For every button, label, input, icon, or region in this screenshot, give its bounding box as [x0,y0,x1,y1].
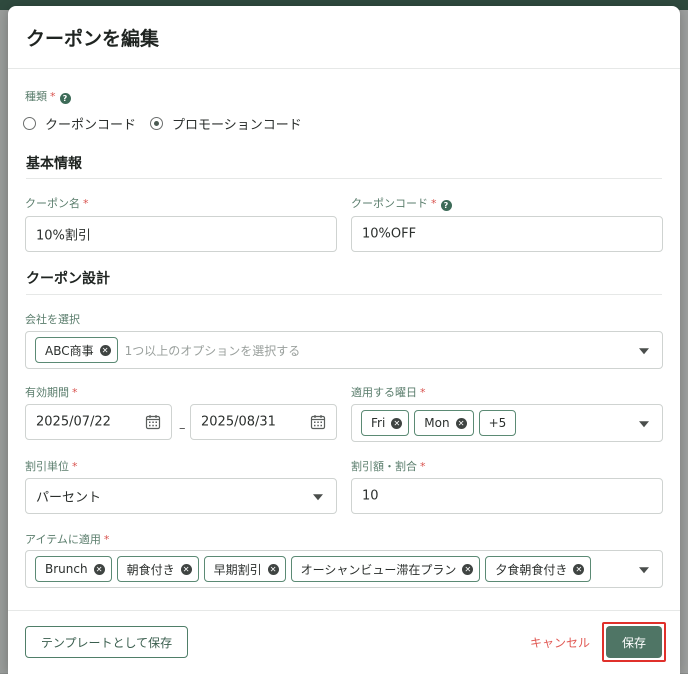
weekday-chip: Mon ✕ [414,410,474,436]
chip-remove-icon[interactable]: ✕ [462,563,474,575]
required-mark: * [431,197,437,210]
chip-remove-icon[interactable]: ✕ [573,563,585,575]
company-chip: ABC商事 ✕ [35,337,118,363]
coupon-name-label: クーポン名 * [25,195,89,211]
item-chip: 朝食付き ✕ [116,556,199,582]
required-mark: * [103,533,110,546]
type-label-text: 種類 [25,90,47,103]
calendar-icon[interactable] [310,414,326,430]
weekday-chip: Fri ✕ [361,410,410,436]
company-label-text: 会社を選択 [25,313,80,326]
chip-remove-icon[interactable]: ✕ [455,417,467,429]
discount-amount-value: 10 [362,488,379,504]
items-label-text: アイテムに適用 [25,533,101,546]
basic-info-title: 基本情報 [26,156,82,172]
radio-label-coupon-code[interactable]: クーポンコード [45,114,136,133]
type-radio-group: クーポンコード プロモーションコード [23,113,316,133]
coupon-code-input[interactable]: 10%OFF [351,216,663,252]
coupon-code-label-text: クーポンコード [351,197,428,210]
discount-unit-label-text: 割引単位 [25,460,69,473]
coupon-design-title: クーポン設計 [26,271,110,287]
required-mark: * [420,386,426,399]
radio-promotion-code[interactable] [150,116,164,130]
item-chip: 早期割引 ✕ [203,556,286,582]
items-label: アイテムに適用 * [25,531,109,547]
chip-remove-icon[interactable]: ✕ [391,417,403,429]
company-select[interactable]: ABC商事 ✕ 1つ以上のオプションを選択する [25,331,663,369]
chip-label: 早期割引 [213,562,262,577]
save-as-template-button[interactable]: テンプレートとして保存 [25,626,188,658]
basic-info-divider [26,178,662,179]
chip-label: 夕食朝食付き [495,562,568,577]
chevron-down-icon[interactable] [639,421,649,428]
type-label: 種類 *? [25,88,71,104]
required-mark: * [420,460,426,473]
validity-label-text: 有効期間 [25,386,69,399]
required-mark: * [72,460,78,473]
save-button[interactable]: 保存 [606,626,662,658]
chip-label: オーシャンビュー滞在プラン [300,562,457,577]
coupon-name-label-text: クーポン名 [25,197,80,210]
company-placeholder: 1つ以上のオプションを選択する [124,343,301,358]
chip-label: ABC商事 [45,343,94,358]
modal-header: クーポンを編集 [8,6,680,69]
chevron-down-icon[interactable] [639,567,649,574]
chip-label: 朝食付き [126,562,175,577]
item-chip: オーシャンビュー滞在プラン ✕ [290,556,481,582]
chip-remove-icon[interactable]: ✕ [267,563,279,575]
coupon-code-value: 10%OFF [362,226,417,242]
chip-remove-icon[interactable]: ✕ [99,344,111,356]
discount-unit-value: パーセント [36,490,102,506]
modal-footer: テンプレートとして保存 キャンセル 保存 [8,610,680,674]
discount-unit-select[interactable]: パーセント [25,478,337,514]
coupon-name-input[interactable]: 10%割引 [25,216,337,252]
weekday-chips: Fri ✕ Mon ✕ +5 [361,410,521,436]
radio-coupon-code[interactable] [23,116,36,130]
weekdays-label-text: 適用する曜日 [351,386,417,399]
required-mark: * [50,90,56,103]
start-date-value: 2025/07/22 [36,414,111,430]
required-mark: * [72,386,78,399]
discount-amount-input[interactable]: 10 [351,478,663,514]
validity-label: 有効期間 * [25,384,78,400]
company-label: 会社を選択 [25,311,80,327]
item-chips: Brunch ✕ 朝食付き ✕ 早期割引 ✕ オーシャンビュー滞在プラン ✕ 夕… [35,556,596,582]
help-icon[interactable]: ? [59,93,71,104]
chevron-down-icon[interactable] [313,494,323,501]
item-chip: 夕食朝食付き ✕ [485,556,592,582]
modal-title: クーポンを編集 [26,28,160,50]
date-range-separator: – [179,421,186,436]
coupon-code-label: クーポンコード *? [351,195,452,211]
background-right-edge [680,10,688,673]
coupon-design-divider [26,294,662,295]
discount-amount-label: 割引額・割合 * [351,458,426,474]
company-chips: ABC商事 ✕ 1つ以上のオプションを選択する [35,337,300,363]
weekdays-label: 適用する曜日 * [351,384,426,400]
chip-remove-icon[interactable]: ✕ [180,563,192,575]
item-chip: Brunch ✕ [35,556,112,582]
required-mark: * [83,197,89,210]
discount-amount-label-text: 割引額・割合 [351,460,417,473]
chip-label: Fri [371,416,386,430]
edit-coupon-modal: クーポンを編集 種類 *? クーポンコード プロモーションコード 基本情報 クーポ… [8,6,680,674]
weekdays-select[interactable]: Fri ✕ Mon ✕ +5 [351,404,663,442]
radio-label-promotion-code[interactable]: プロモーションコード [172,114,302,133]
weekday-more-chip[interactable]: +5 [478,410,517,436]
cancel-button[interactable]: キャンセル [530,634,590,651]
chevron-down-icon[interactable] [639,348,649,355]
discount-unit-label: 割引単位 * [25,458,78,474]
chip-remove-icon[interactable]: ✕ [93,563,105,575]
coupon-name-value: 10%割引 [36,228,91,244]
chip-label: Mon [424,416,450,430]
end-date-value: 2025/08/31 [201,414,276,430]
start-date-input[interactable]: 2025/07/22 [25,404,172,440]
help-icon[interactable]: ? [440,200,452,211]
calendar-icon[interactable] [145,414,161,430]
background-left-edge [0,10,8,673]
end-date-input[interactable]: 2025/08/31 [190,404,337,440]
chip-label: Brunch [45,562,88,576]
items-select[interactable]: Brunch ✕ 朝食付き ✕ 早期割引 ✕ オーシャンビュー滞在プラン ✕ 夕… [25,550,663,588]
